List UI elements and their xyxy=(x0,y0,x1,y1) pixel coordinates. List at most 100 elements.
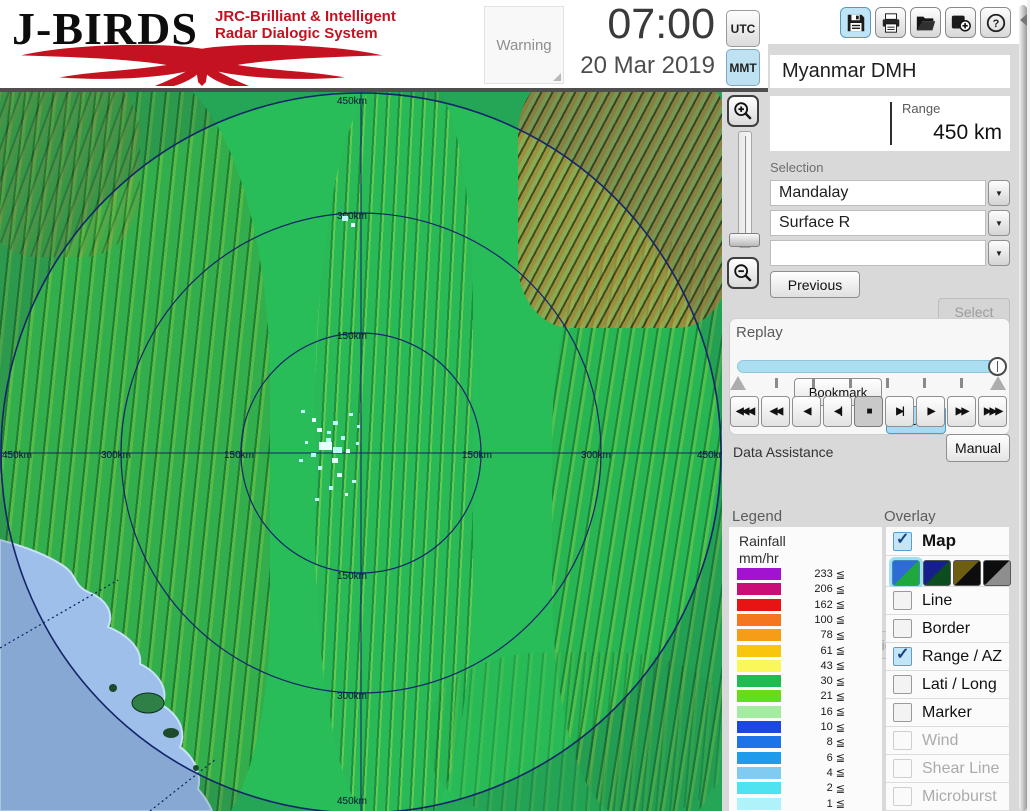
rain-echoes xyxy=(299,216,360,501)
map-style-swatch-3[interactable] xyxy=(953,560,981,586)
ring-label: 450km xyxy=(337,96,367,107)
map-style-swatch-4[interactable] xyxy=(983,560,1011,586)
open-folder-button[interactable] xyxy=(910,7,941,38)
legend-row: 100 ≦ xyxy=(729,613,882,627)
overlay-row-border[interactable]: Border xyxy=(886,615,1009,643)
chevron-down-icon: ▼ xyxy=(995,248,1003,258)
data-assistance-label: Data Assistance xyxy=(733,444,834,460)
ring-label: 150km xyxy=(337,571,367,582)
image-add-button[interactable] xyxy=(945,7,976,38)
legend-swatch xyxy=(737,659,781,672)
range-az-checkbox[interactable]: ✓ xyxy=(893,646,912,666)
legend-row: 78 ≦ xyxy=(729,628,882,642)
timeline-tick xyxy=(886,378,889,388)
shear-line-checkbox xyxy=(893,759,912,778)
range-divider xyxy=(890,102,892,145)
tagline-line2: Radar Dialogic System xyxy=(215,25,378,42)
map-zoom-out-button[interactable] xyxy=(727,257,759,289)
panel-splitter[interactable] xyxy=(1019,5,1027,811)
legend-row: 4 ≦ xyxy=(729,766,882,780)
legend-swatch xyxy=(737,797,781,810)
utc-button[interactable]: UTC xyxy=(726,10,760,47)
border-checkbox[interactable] xyxy=(893,619,912,638)
ring-label: 450km xyxy=(2,450,32,461)
print-icon xyxy=(882,12,899,33)
overlay-row-wind: Wind xyxy=(886,727,1009,755)
extra-combobox[interactable] xyxy=(770,240,986,266)
legend-swatch xyxy=(737,583,781,596)
tagline-line1: JRC-Brilliant & Intelligent xyxy=(215,8,396,25)
lati-long-checkbox[interactable] xyxy=(893,675,912,694)
legend-swatch xyxy=(737,766,781,779)
radar-map-display[interactable]: 450km 300km 150km 150km 300km 450km 450k… xyxy=(0,92,722,811)
overlay-row-range-az[interactable]: ✓ Range / AZ xyxy=(886,643,1009,671)
legend-row: 8 ≦ xyxy=(729,735,882,749)
timeline-end-marker[interactable] xyxy=(990,376,1006,390)
overlay-row-map[interactable]: ✓ Map xyxy=(886,527,1009,556)
legend-swatch xyxy=(737,690,781,703)
replay-timeline-thumb[interactable] xyxy=(988,357,1007,376)
replay-mode-manual-button[interactable]: Manual xyxy=(946,434,1010,462)
play-reverse-button[interactable]: ◀ xyxy=(792,396,821,427)
step-back-button[interactable]: ◀| xyxy=(823,396,852,427)
ring-label: 150km xyxy=(462,450,492,461)
product-combobox[interactable]: Surface R xyxy=(770,210,986,236)
save-icon xyxy=(847,14,864,31)
overlay-row-lati-long[interactable]: Lati / Long xyxy=(886,671,1009,699)
legend-swatch xyxy=(737,736,781,749)
legend-row: 21 ≦ xyxy=(729,689,882,703)
legend-row: 61 ≦ xyxy=(729,644,882,658)
wind-checkbox xyxy=(893,731,912,750)
help-button[interactable]: ? xyxy=(980,7,1011,38)
legend-row: 2 ≦ xyxy=(729,781,882,795)
extra-combo-arrow-button[interactable]: ▼ xyxy=(988,240,1010,266)
save-button[interactable] xyxy=(840,7,871,38)
site-combobox[interactable]: Mandalay xyxy=(770,180,986,206)
check-icon: ✓ xyxy=(896,530,910,548)
timeline-tick xyxy=(775,378,778,388)
overlay-panel: ✓ Map Line Border ✓ Range / AZ Lati / Lo… xyxy=(886,527,1011,811)
panel-collapse-icon[interactable] xyxy=(1020,14,1027,26)
timeline-tick xyxy=(923,378,926,388)
previous-button[interactable]: Previous xyxy=(770,271,860,298)
map-checkbox[interactable]: ✓ xyxy=(893,530,912,551)
fast-forward-button[interactable]: ▶▶ xyxy=(947,396,976,427)
selection-label: Selection xyxy=(770,160,824,175)
play-button[interactable]: ▶ xyxy=(916,396,945,427)
image-add-icon xyxy=(951,15,971,32)
legend-swatch xyxy=(737,782,781,795)
fast-rewind-button[interactable]: ◀◀ xyxy=(761,396,790,427)
marker-checkbox[interactable] xyxy=(893,703,912,722)
legend-swatch xyxy=(737,721,781,733)
overlay-row-line[interactable]: Line xyxy=(886,587,1009,615)
legend-row: 206 ≦ xyxy=(729,582,882,596)
skip-to-end-button[interactable]: ▶▶▶ xyxy=(978,396,1007,427)
product-combo-arrow-button[interactable]: ▼ xyxy=(988,210,1010,236)
range-label: Range xyxy=(902,101,941,116)
check-icon: ✓ xyxy=(896,646,910,663)
site-combo-arrow-button[interactable]: ▼ xyxy=(988,180,1010,206)
overlay-row-marker[interactable]: Marker xyxy=(886,699,1009,727)
overlay-section-label: Overlay xyxy=(884,508,936,525)
replay-timeline-slider[interactable] xyxy=(737,360,1005,373)
help-icon: ? xyxy=(986,13,1005,32)
chevron-down-icon: ▼ xyxy=(995,188,1003,198)
map-style-swatch-2[interactable] xyxy=(923,560,951,586)
line-checkbox[interactable] xyxy=(893,591,912,610)
skip-to-start-button[interactable]: ◀◀◀ xyxy=(730,396,759,427)
legend-row: 6 ≦ xyxy=(729,751,882,765)
step-forward-button[interactable]: ▶| xyxy=(885,396,914,427)
map-zoom-in-button[interactable] xyxy=(727,95,759,127)
rainfall-legend: Rainfall mm/hr 233 ≦ 206 ≦ 162 ≦ 100 ≦ 78 ≦ 6… xyxy=(729,527,882,811)
timeline-start-marker[interactable] xyxy=(730,376,746,390)
map-style-swatch-1[interactable] xyxy=(892,560,920,586)
station-name: Myanmar DMH xyxy=(770,55,1010,88)
legend-swatch xyxy=(737,598,781,611)
print-button[interactable] xyxy=(875,7,906,38)
map-zoom-slider-track[interactable] xyxy=(738,131,752,248)
mmt-button[interactable]: MMT xyxy=(726,49,760,86)
stop-button[interactable]: ■ xyxy=(854,396,883,427)
legend-row: 16 ≦ xyxy=(729,705,882,719)
legend-row: 43 ≦ xyxy=(729,659,882,673)
map-zoom-slider-thumb[interactable] xyxy=(729,233,760,247)
